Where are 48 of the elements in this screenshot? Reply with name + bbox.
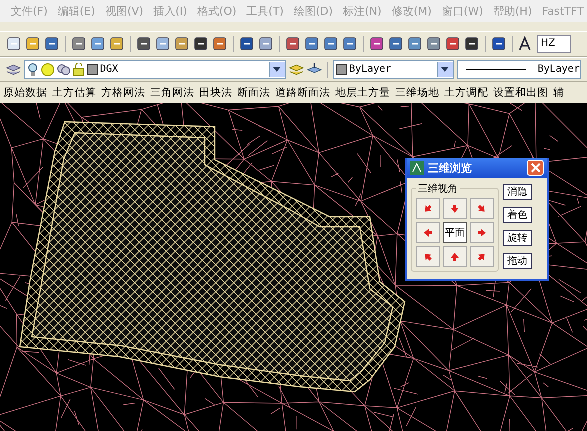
menu-item[interactable]: 原始数据 — [1, 86, 50, 100]
arrow-icon — [450, 252, 460, 262]
menu-item[interactable]: 三角网法 — [148, 86, 197, 100]
app-icon — [410, 161, 424, 175]
view-direction-button[interactable] — [416, 198, 440, 219]
close-button[interactable] — [527, 160, 544, 176]
layer-dropdown[interactable]: DGX — [24, 60, 286, 79]
color-swatch — [87, 64, 98, 75]
arrow-icon — [423, 228, 433, 238]
group-title: 三维视角 — [416, 182, 460, 196]
action-button[interactable]: 着色 — [503, 207, 532, 223]
menu-item[interactable]: 道路断面法 — [273, 86, 333, 100]
view-direction-button[interactable] — [416, 222, 440, 243]
menu-item[interactable]: 设置和出图 — [491, 86, 551, 100]
drawing-canvas[interactable]: 三维浏览 三维视角 平面 消隐 着色 旋转 拖动 — [0, 103, 587, 431]
dialog-title: 三维浏览 — [428, 160, 473, 176]
layer-state-icon — [57, 62, 72, 76]
view-direction-button[interactable] — [470, 246, 494, 267]
sun-icon — [41, 62, 56, 76]
view-direction-button[interactable] — [443, 246, 467, 267]
layer-name: DGX — [100, 64, 120, 75]
menu-item[interactable]: 田块法 — [197, 86, 235, 100]
color-value: ByLayer — [349, 64, 393, 75]
arrow-icon — [477, 228, 487, 238]
view-direction-button[interactable] — [443, 198, 467, 219]
text-style-field[interactable]: HZ — [537, 35, 571, 53]
menu-item[interactable]: 辅 — [551, 86, 567, 100]
action-button[interactable]: 消隐 — [503, 184, 532, 200]
action-button[interactable]: 拖动 — [503, 253, 532, 269]
menu-item[interactable]: 断面法 — [235, 86, 273, 100]
color-swatch — [336, 64, 348, 75]
menu-item[interactable]: 土方调配 — [442, 86, 491, 100]
color-dropdown[interactable]: ByLayer — [333, 60, 454, 79]
action-button[interactable]: 旋转 — [503, 230, 532, 246]
menu-item[interactable]: 三维场地 — [393, 86, 442, 100]
view-direction-button[interactable] — [470, 198, 494, 219]
linetype-dropdown[interactable]: ByLayer — [456, 60, 581, 79]
linetype-value: ByLayer — [538, 64, 580, 75]
arrow-icon — [450, 204, 460, 214]
menu-item[interactable]: 地层土方量 — [333, 86, 393, 100]
view-direction-button[interactable] — [470, 222, 494, 243]
line-sample — [466, 69, 526, 70]
bulb-icon — [27, 62, 40, 76]
view-direction-button[interactable] — [416, 246, 440, 267]
menu-item[interactable]: 土方估算 — [50, 86, 99, 100]
menu-item[interactable]: 方格网法 — [99, 86, 148, 100]
plan-view-button[interactable]: 平面 — [443, 222, 467, 243]
lock-icon — [73, 62, 86, 76]
